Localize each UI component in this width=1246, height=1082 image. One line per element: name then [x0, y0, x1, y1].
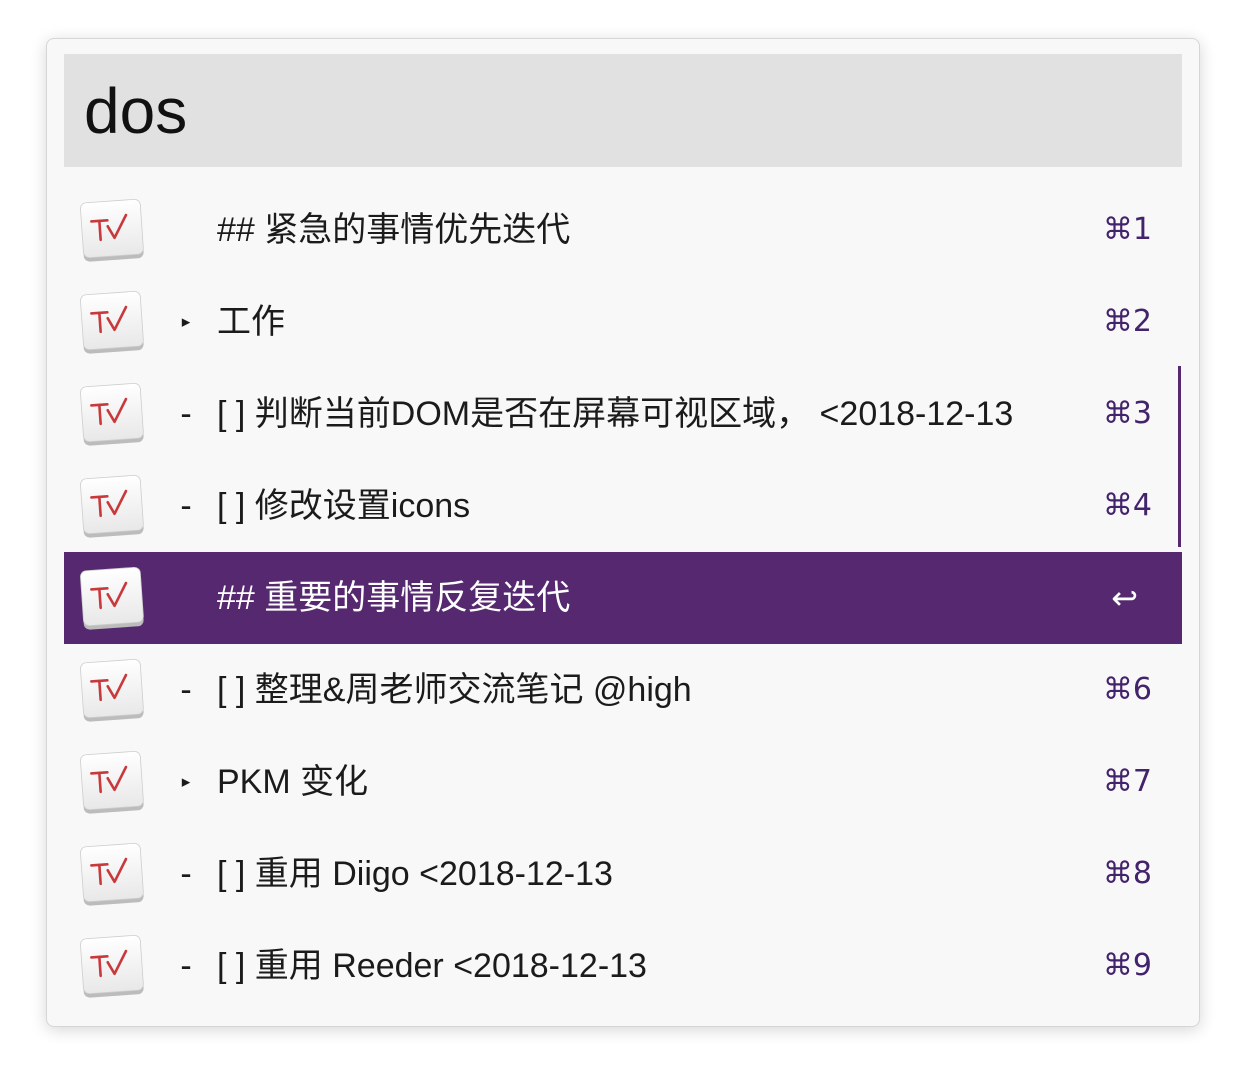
taskpaper-app-icon — [77, 287, 147, 357]
search-input[interactable] — [84, 54, 1164, 167]
result-title: [ ] 整理&周老师交流笔记 @high — [217, 671, 692, 709]
result-title: ## 紧急的事情优先迭代 — [217, 211, 571, 249]
scrollbar-thumb[interactable] — [1178, 366, 1181, 547]
result-row[interactable]: - [ ] 修改设置icons ⌘4 — [64, 460, 1182, 552]
taskpaper-app-icon — [77, 379, 147, 449]
return-key-icon: ↩ — [1111, 579, 1138, 617]
taskpaper-app-icon — [77, 563, 147, 633]
result-row[interactable]: ▸ 工作 ⌘2 — [64, 276, 1182, 368]
results-list: ## 紧急的事情优先迭代 ⌘1 ▸ 工作 ⌘2 - [ ] 判断当前DOM是否在… — [64, 184, 1182, 1012]
task-dash-marker: - — [180, 855, 192, 893]
disclosure-triangle-icon[interactable]: ▸ — [172, 736, 200, 828]
result-row[interactable]: ## 重要的事情反复迭代 ↩ — [64, 552, 1182, 644]
shortcut-hint: ⌘7 — [1102, 764, 1152, 799]
shortcut-hint: ⌘3 — [1102, 396, 1152, 431]
result-row[interactable]: - [ ] 重用 Reeder <2018-12-13 ⌘9 — [64, 920, 1182, 1012]
result-row[interactable]: - [ ] 整理&周老师交流笔记 @high ⌘6 — [64, 644, 1182, 736]
taskpaper-app-icon — [77, 931, 147, 1001]
shortcut-hint: ⌘9 — [1102, 948, 1152, 983]
shortcut-hint: ⌘4 — [1102, 488, 1152, 523]
shortcut-hint: ⌘8 — [1102, 856, 1152, 891]
result-title: PKM 变化 — [217, 763, 369, 801]
task-dash-marker: - — [180, 487, 192, 525]
shortcut-hint: ⌘6 — [1102, 672, 1152, 707]
result-title: ## 重要的事情反复迭代 — [217, 579, 571, 617]
taskpaper-app-icon — [77, 195, 147, 265]
shortcut-hint: ⌘1 — [1102, 212, 1152, 247]
disclosure-triangle-icon[interactable]: ▸ — [172, 276, 200, 368]
result-title: 工作 — [217, 303, 285, 341]
result-row[interactable]: ▸ PKM 变化 ⌘7 — [64, 736, 1182, 828]
result-row[interactable]: ## 紧急的事情优先迭代 ⌘1 — [64, 184, 1182, 276]
result-title: [ ] 重用 Diigo <2018-12-13 — [217, 855, 613, 893]
taskpaper-app-icon — [77, 747, 147, 817]
launcher-window: ## 紧急的事情优先迭代 ⌘1 ▸ 工作 ⌘2 - [ ] 判断当前DOM是否在… — [46, 38, 1200, 1027]
shortcut-hint: ⌘2 — [1102, 304, 1152, 339]
task-dash-marker: - — [180, 671, 192, 709]
task-dash-marker: - — [180, 395, 192, 433]
search-bar[interactable] — [64, 54, 1182, 167]
result-row[interactable]: - [ ] 重用 Diigo <2018-12-13 ⌘8 — [64, 828, 1182, 920]
result-title: [ ] 修改设置icons — [217, 487, 471, 525]
result-row[interactable]: - [ ] 判断当前DOM是否在屏幕可视区域， <2018-12-13 ⌘3 — [64, 368, 1182, 460]
taskpaper-app-icon — [77, 471, 147, 541]
result-title: [ ] 判断当前DOM是否在屏幕可视区域， <2018-12-13 — [217, 395, 1014, 433]
taskpaper-app-icon — [77, 655, 147, 725]
taskpaper-app-icon — [77, 839, 147, 909]
task-dash-marker: - — [180, 947, 192, 985]
result-title: [ ] 重用 Reeder <2018-12-13 — [217, 947, 647, 985]
